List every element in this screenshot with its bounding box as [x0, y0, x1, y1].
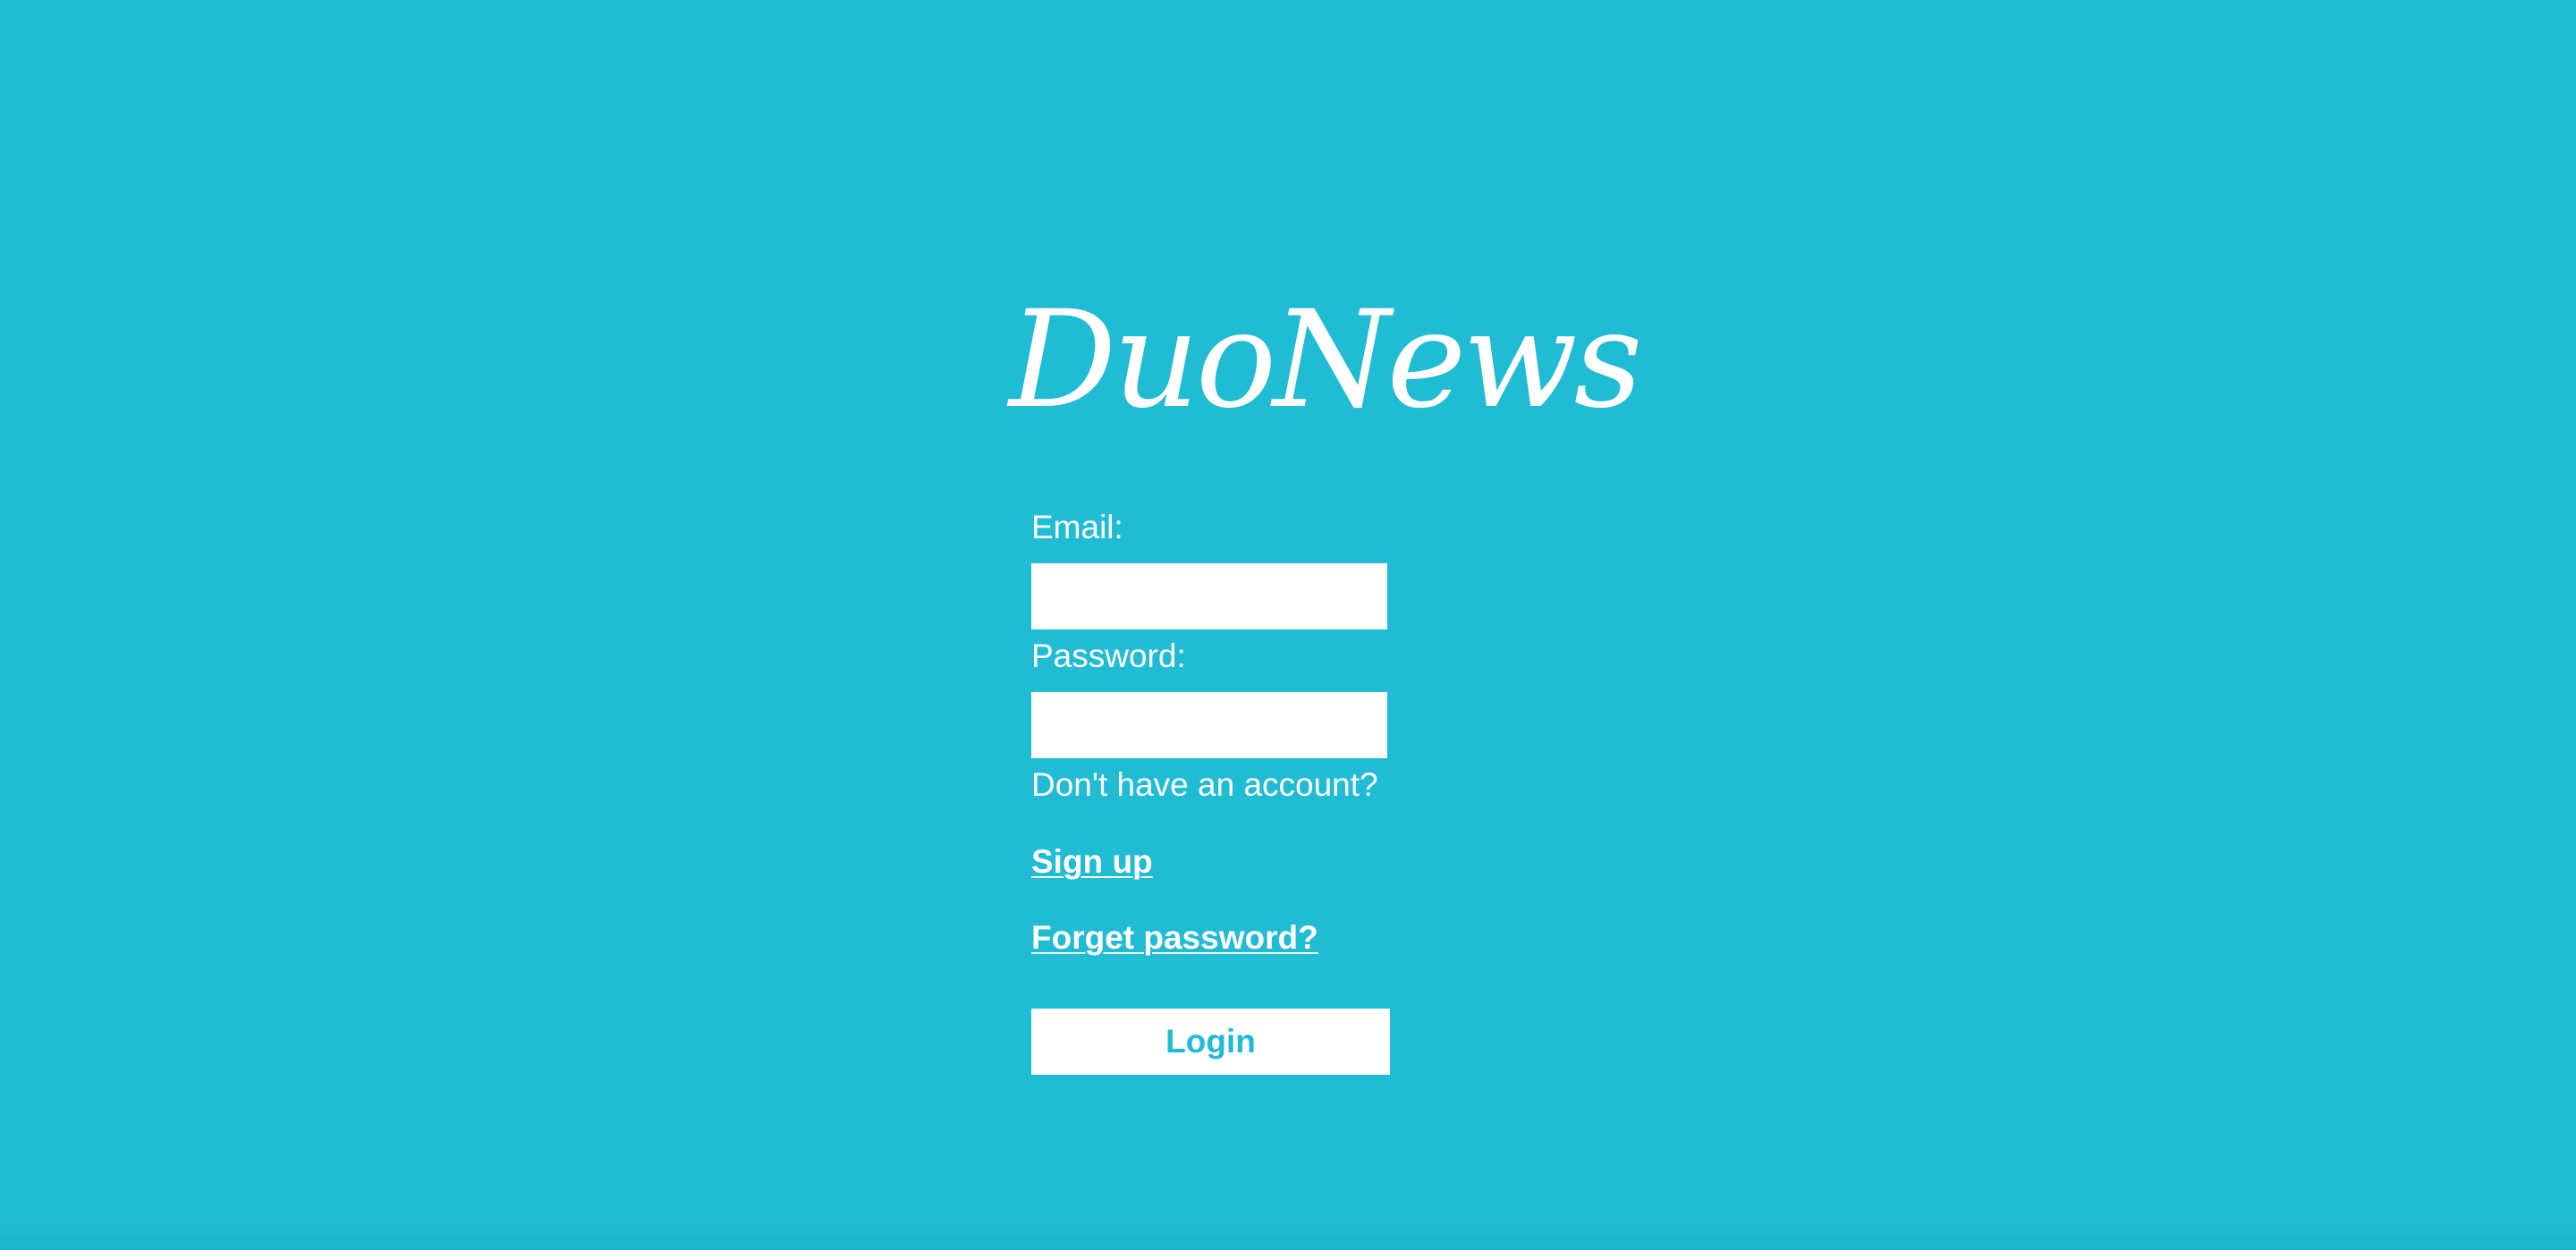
no-account-text: Don't have an account?	[1031, 766, 1378, 803]
email-field[interactable]	[1031, 563, 1387, 629]
password-field[interactable]	[1031, 692, 1387, 758]
email-label: Email:	[1031, 509, 1123, 545]
login-button[interactable]: Login	[1031, 1009, 1390, 1075]
signup-link[interactable]: Sign up	[1031, 842, 1153, 882]
login-page: DuoNews Email: Password: Don't have an a…	[0, 0, 2576, 1250]
app-logo: DuoNews	[1009, 283, 1643, 438]
password-label: Password:	[1031, 638, 1186, 674]
forgot-password-link[interactable]: Forget password?	[1031, 918, 1318, 958]
